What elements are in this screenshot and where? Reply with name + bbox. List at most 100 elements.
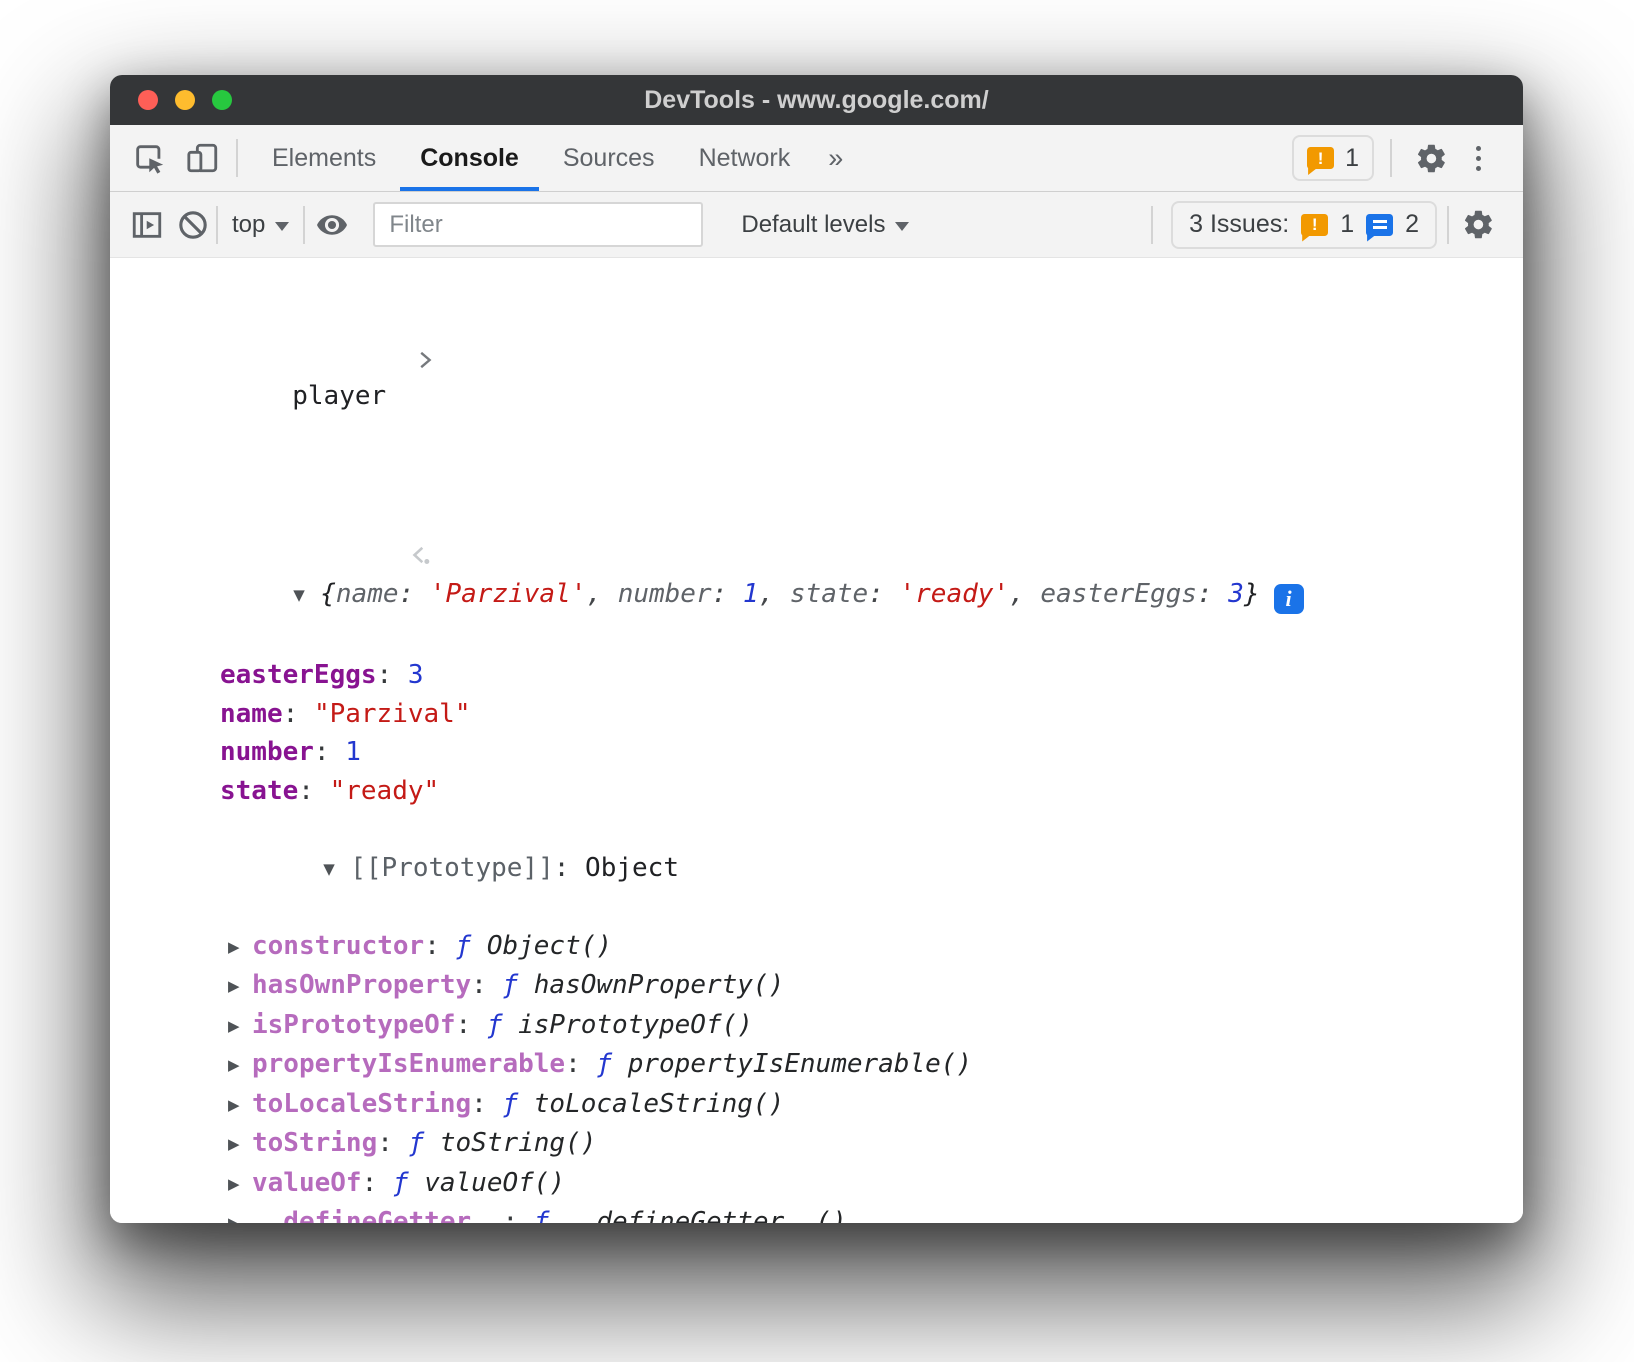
preview-token: ,: [1009, 579, 1040, 609]
settings-gear-icon[interactable]: [1408, 135, 1454, 181]
warning-bubble-icon: !: [1307, 147, 1334, 169]
prototype-members: ▶constructor: ƒ Object()▶hasOwnProperty:…: [110, 927, 1523, 1224]
expand-caret-icon[interactable]: ▶: [228, 1046, 252, 1085]
tab-strip: ElementsConsoleSourcesNetwork: [250, 125, 812, 191]
colon: :: [314, 737, 345, 767]
property-row: easterEggs: 3: [110, 656, 1523, 695]
tab-network[interactable]: Network: [677, 125, 813, 191]
preview-token: ,: [586, 579, 617, 609]
context-selector-label: top: [232, 211, 265, 239]
preview-token: :: [1197, 579, 1228, 609]
more-tabs-button[interactable]: »: [812, 125, 859, 191]
method-key: hasOwnProperty: [252, 970, 471, 1000]
prototype-method-row: ▶propertyIsEnumerable: ƒ propertyIsEnume…: [110, 1045, 1523, 1085]
result-preview: {name: 'Parzival', number: 1, state: 're…: [320, 579, 1259, 609]
expand-caret-icon[interactable]: ▶: [228, 1204, 252, 1223]
command-text: player: [292, 381, 386, 411]
warning-bubble-icon: !: [1301, 214, 1328, 236]
function-name: valueOf(): [424, 1168, 565, 1198]
tab-sources[interactable]: Sources: [541, 125, 677, 191]
log-levels-selector[interactable]: Default levels: [727, 211, 923, 239]
close-window-button[interactable]: [138, 90, 158, 110]
preview-token: 'ready': [899, 579, 1009, 609]
colon: :: [471, 970, 502, 1000]
toolbar-divider: [1390, 139, 1392, 177]
chevron-down-icon: [895, 222, 909, 231]
property-key: easterEggs: [220, 660, 377, 690]
clear-console-icon[interactable]: [170, 202, 216, 248]
kebab-menu-icon[interactable]: [1470, 140, 1487, 177]
preview-token: :: [868, 579, 899, 609]
property-key: state: [220, 776, 298, 806]
message-bubble-icon: [1366, 214, 1393, 236]
console-panel[interactable]: player ▼{name: 'Parzival', number: 1, st…: [110, 258, 1523, 1223]
console-sidebar-icon[interactable]: [124, 202, 170, 248]
colon: :: [377, 1128, 408, 1158]
context-selector[interactable]: top: [218, 211, 303, 239]
collapse-caret-icon[interactable]: ▼: [293, 576, 320, 615]
returned-value-icon: [251, 502, 281, 618]
property-key: number: [220, 737, 314, 767]
colon: :: [502, 1207, 533, 1223]
device-toolbar-icon[interactable]: [180, 135, 226, 181]
prototype-method-row: ▶isPrototypeOf: ƒ isPrototypeOf(): [110, 1006, 1523, 1046]
prototype-label: [[Prototype]]: [350, 853, 554, 883]
tab-console[interactable]: Console: [398, 125, 541, 191]
prototype-header-row: ▼[[Prototype]]: Object: [110, 810, 1523, 927]
function-symbol: ƒ: [596, 1049, 627, 1079]
prototype-method-row: ▶__defineGetter__: ƒ __defineGetter__(): [110, 1203, 1523, 1223]
prototype-value: Object: [585, 853, 679, 883]
minimize-window-button[interactable]: [175, 90, 195, 110]
expand-caret-icon[interactable]: ▶: [228, 967, 252, 1006]
inspect-element-icon[interactable]: [126, 135, 172, 181]
method-key: valueOf: [252, 1168, 362, 1198]
property-value: 1: [345, 737, 361, 767]
devtools-tab-bar: ElementsConsoleSourcesNetwork » ! 1: [110, 125, 1523, 192]
method-key: toString: [252, 1128, 377, 1158]
collapse-caret-icon[interactable]: ▼: [323, 850, 350, 889]
preview-token: :: [712, 579, 743, 609]
filter-input[interactable]: [373, 202, 703, 247]
issues-badge[interactable]: ! 1: [1292, 135, 1374, 181]
function-symbol: ƒ: [502, 1089, 533, 1119]
colon: :: [471, 1089, 502, 1119]
expand-caret-icon[interactable]: ▶: [228, 1165, 252, 1204]
tab-elements[interactable]: Elements: [250, 125, 398, 191]
function-name: hasOwnProperty(): [534, 970, 784, 1000]
console-result-row: ▼{name: 'Parzival', number: 1, state: 'r…: [110, 464, 1523, 657]
colon: :: [565, 1049, 596, 1079]
expand-caret-icon[interactable]: ▶: [228, 928, 252, 967]
preview-token: name: [336, 579, 399, 609]
function-symbol: ƒ: [393, 1168, 424, 1198]
log-levels-label: Default levels: [741, 211, 885, 239]
preview-token: number: [618, 579, 712, 609]
console-settings-gear-icon[interactable]: [1455, 202, 1501, 248]
command-chevron-icon: [258, 303, 292, 419]
window-title: DevTools - www.google.com/: [110, 86, 1523, 115]
zoom-window-button[interactable]: [212, 90, 232, 110]
issues-info-count: 2: [1405, 210, 1419, 239]
info-icon[interactable]: i: [1274, 584, 1304, 614]
colon: :: [424, 931, 455, 961]
issues-summary-label: 3 Issues:: [1189, 210, 1289, 239]
method-key: toLocaleString: [252, 1089, 471, 1119]
function-name: propertyIsEnumerable(): [628, 1049, 972, 1079]
issues-summary[interactable]: 3 Issues: ! 1 2: [1171, 201, 1437, 249]
console-output: player ▼{name: 'Parzival', number: 1, st…: [110, 258, 1523, 1223]
preview-token: 1: [743, 579, 759, 609]
property-value: 3: [408, 660, 424, 690]
prototype-method-row: ▶hasOwnProperty: ƒ hasOwnProperty(): [110, 966, 1523, 1006]
preview-token: {: [320, 579, 336, 609]
colon: :: [283, 699, 314, 729]
toolbar-divider: [1447, 206, 1449, 244]
colon: :: [377, 660, 408, 690]
method-key: isPrototypeOf: [252, 1010, 456, 1040]
function-name: Object(): [487, 931, 612, 961]
method-key: constructor: [252, 931, 424, 961]
live-expression-eye-icon[interactable]: [309, 202, 355, 248]
expand-caret-icon[interactable]: ▶: [228, 1125, 252, 1164]
expand-caret-icon[interactable]: ▶: [228, 1007, 252, 1046]
property-row: number: 1: [110, 733, 1523, 772]
function-name: toString(): [440, 1128, 597, 1158]
expand-caret-icon[interactable]: ▶: [228, 1086, 252, 1125]
